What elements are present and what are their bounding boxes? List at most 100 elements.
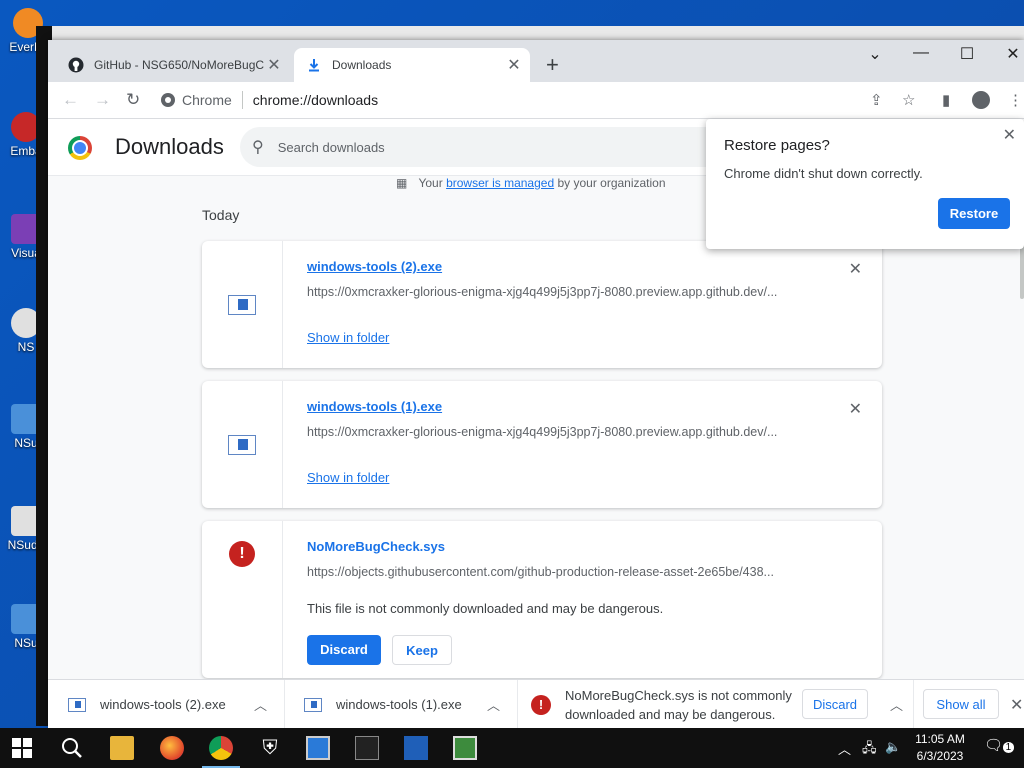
close-tab-icon[interactable]: ✕ xyxy=(504,55,524,75)
chevron-up-icon[interactable]: ︿ xyxy=(254,695,267,714)
network-icon[interactable]: 🖧 xyxy=(862,739,877,761)
managed-prefix: Your xyxy=(418,176,443,190)
menu-dots-icon[interactable]: ⋮ xyxy=(1008,91,1023,109)
terminal-icon[interactable] xyxy=(355,736,379,760)
notification-count: 1 xyxy=(1002,742,1015,753)
chrome-taskbar-icon[interactable] xyxy=(209,736,233,760)
clock-time: 11:05 AM xyxy=(915,732,965,746)
restore-title: Restore pages? xyxy=(724,137,830,154)
clock-date: 6/3/2023 xyxy=(916,749,964,763)
restore-message: Chrome didn't shut down correctly. xyxy=(724,166,923,181)
tab-title: GitHub - NSG650/NoMoreBugCh xyxy=(94,58,264,72)
bookmark-star-icon[interactable]: ☆ xyxy=(902,91,915,109)
tab-github[interactable]: GitHub - NSG650/NoMoreBugCh ✕ xyxy=(56,48,290,82)
warning-icon: ! xyxy=(229,541,255,567)
windows-start-icon[interactable] xyxy=(12,738,32,758)
toolbar: ← → ↻ Chrome chrome://downloads ⇪ ☆ ▮ ⋮ xyxy=(48,82,1024,119)
file-explorer-icon[interactable] xyxy=(110,736,134,760)
file-exe-icon xyxy=(304,697,322,712)
notification-center[interactable]: 🗨 1 xyxy=(984,736,1015,754)
close-window-button[interactable]: ✕ xyxy=(996,44,1024,64)
restore-pages-bubble: Restore pages? Chrome didn't shut down c… xyxy=(706,119,1024,249)
desktop-icon-label: NSu xyxy=(14,636,38,650)
chrome-logo-icon xyxy=(68,136,92,160)
section-today: Today xyxy=(202,207,240,223)
close-tab-icon[interactable]: ✕ xyxy=(264,55,284,75)
browser-managed-link[interactable]: browser is managed xyxy=(446,176,554,190)
item-icon-area xyxy=(202,381,283,508)
close-shelf-icon[interactable]: ✕ xyxy=(1010,695,1023,715)
desktop-icon-label: NSu xyxy=(14,436,38,450)
search-icon[interactable] xyxy=(60,736,84,760)
close-icon[interactable]: ✕ xyxy=(1003,125,1016,145)
download-item: windows-tools (1).exe https://0xmcraxker… xyxy=(202,381,882,508)
github-icon xyxy=(68,57,84,73)
reload-icon[interactable]: ↻ xyxy=(126,90,140,110)
site-chip: Chrome xyxy=(182,92,232,108)
search-icon: ⚲ xyxy=(252,139,264,156)
tab-title: Downloads xyxy=(332,58,392,72)
firefox-icon[interactable] xyxy=(160,736,184,760)
managed-notice: ▦ Your browser is managed by your organi… xyxy=(396,176,666,190)
forward-arrow-icon[interactable]: → xyxy=(94,90,111,110)
side-panel-icon[interactable]: ▮ xyxy=(942,91,950,109)
page-title: Downloads xyxy=(115,134,224,159)
file-exe-icon xyxy=(228,435,256,455)
tab-downloads[interactable]: Downloads ✕ xyxy=(294,48,530,82)
taskbar: ⛨ ︿ 🖧 🔈 11:05 AM 6/3/2023 🗨 1 xyxy=(0,728,1024,768)
keep-button[interactable]: Keep xyxy=(392,635,452,665)
new-tab-button[interactable]: + xyxy=(546,54,559,76)
discard-button[interactable]: Discard xyxy=(307,635,381,665)
window-app-icon[interactable] xyxy=(306,736,330,760)
remove-item-icon[interactable]: ✕ xyxy=(849,259,862,279)
chevron-up-icon[interactable]: ︿ xyxy=(838,739,851,758)
item-icon-area xyxy=(202,241,283,368)
divider xyxy=(241,91,243,109)
file-url: https://objects.githubusercontent.com/gi… xyxy=(307,565,774,579)
file-name-link[interactable]: windows-tools (1).exe xyxy=(307,399,442,414)
chrome-window: GitHub - NSG650/NoMoreBugCh ✕ Downloads … xyxy=(48,40,1024,729)
file-name-link[interactable]: windows-tools (2).exe xyxy=(307,259,442,274)
tab-strip: GitHub - NSG650/NoMoreBugCh ✕ Downloads … xyxy=(48,40,1024,82)
shelf-item-label: windows-tools (2).exe xyxy=(100,697,226,712)
url-text: chrome://downloads xyxy=(252,92,379,108)
file-url: https://0xmcraxker-glorious-enigma-xjg4q… xyxy=(307,285,778,299)
restore-button[interactable]: Restore xyxy=(938,198,1010,229)
show-all-button[interactable]: Show all xyxy=(923,689,999,719)
notification-icon: 🗨 xyxy=(984,737,1004,754)
warning-icon: ! xyxy=(531,694,551,715)
desktop-icon-label: NS xyxy=(17,340,35,354)
chrome-icon xyxy=(161,93,175,107)
shield-icon[interactable]: ⛨ xyxy=(258,736,282,760)
warning-line: downloaded and may be dangerous. xyxy=(565,706,776,722)
back-arrow-icon[interactable]: ← xyxy=(62,90,79,110)
shelf-warning-text: NoMoreBugCheck.sys is not commonly downl… xyxy=(565,686,800,724)
building-icon: ▦ xyxy=(396,176,408,190)
file-exe-icon xyxy=(68,697,86,712)
download-icon xyxy=(309,59,319,72)
managed-suffix: by your organization xyxy=(557,176,666,190)
chevron-up-icon[interactable]: ︿ xyxy=(890,695,903,714)
file-exe-icon xyxy=(228,295,256,315)
show-in-folder-link[interactable]: Show in folder xyxy=(307,330,389,345)
shelf-item[interactable]: windows-tools (2).exe ︿ xyxy=(48,680,285,729)
address-bar[interactable]: Chrome chrome://downloads xyxy=(160,86,910,114)
profile-avatar[interactable] xyxy=(972,91,990,109)
show-in-folder-link[interactable]: Show in folder xyxy=(307,470,389,485)
tab-search-icon[interactable]: ⌄ xyxy=(858,44,892,64)
item-icon-area: ! xyxy=(202,521,283,678)
search-placeholder: Search downloads xyxy=(277,139,385,155)
shelf-item[interactable]: windows-tools (1).exe ︿ xyxy=(284,680,518,729)
remove-item-icon[interactable]: ✕ xyxy=(849,399,862,419)
share-icon[interactable]: ⇪ xyxy=(870,91,883,109)
clock[interactable]: 11:05 AM 6/3/2023 xyxy=(905,731,975,765)
chevron-up-icon[interactable]: ︿ xyxy=(487,695,500,714)
maximize-button[interactable]: ☐ xyxy=(950,44,984,64)
powershell-icon[interactable] xyxy=(404,736,428,760)
shelf-discard-button[interactable]: Discard xyxy=(802,689,868,719)
download-shelf: windows-tools (2).exe ︿ windows-tools (1… xyxy=(48,679,1024,729)
shelf-item-label: windows-tools (1).exe xyxy=(336,697,462,712)
minimize-button[interactable]: — xyxy=(904,44,938,62)
task-manager-icon[interactable] xyxy=(453,736,477,760)
volume-icon[interactable]: 🔈 xyxy=(885,739,901,755)
